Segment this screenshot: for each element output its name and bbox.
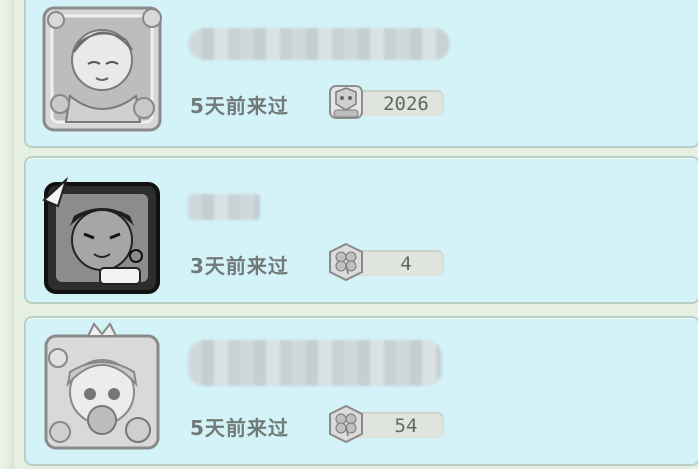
score-badge: 4 xyxy=(324,242,444,282)
friend-row[interactable]: 3天前来过 4 xyxy=(24,156,698,304)
anime-character-avatar-icon[interactable] xyxy=(40,4,164,134)
friend-list[interactable]: 5天前来过 2026 3天前来过 4 5天前来过 54 xyxy=(24,0,698,469)
friend-name-blurred xyxy=(188,340,442,386)
score-badge: 2026 xyxy=(324,82,444,122)
score-value: 4 xyxy=(400,253,412,275)
last-visit-text: 5天前来过 xyxy=(190,416,289,440)
cartoon-cat-girl-avatar-icon[interactable] xyxy=(40,170,164,300)
last-visit-text: 5天前来过 xyxy=(190,94,289,118)
score-value: 2026 xyxy=(383,93,429,115)
clover-badge-icon xyxy=(324,404,368,444)
friend-row[interactable]: 5天前来过 54 xyxy=(24,316,698,466)
score-value: 54 xyxy=(394,415,418,437)
clover-badge-icon xyxy=(324,242,368,282)
mimi-badge-icon xyxy=(324,82,368,122)
last-visit-text: 3天前来过 xyxy=(190,254,289,278)
friend-name-blurred xyxy=(188,194,260,220)
princess-girl-avatar-icon[interactable] xyxy=(40,322,164,452)
score-badge: 54 xyxy=(324,404,444,444)
friend-name-blurred xyxy=(188,28,450,60)
left-rail xyxy=(0,0,14,469)
friend-row[interactable]: 5天前来过 2026 xyxy=(24,0,698,148)
